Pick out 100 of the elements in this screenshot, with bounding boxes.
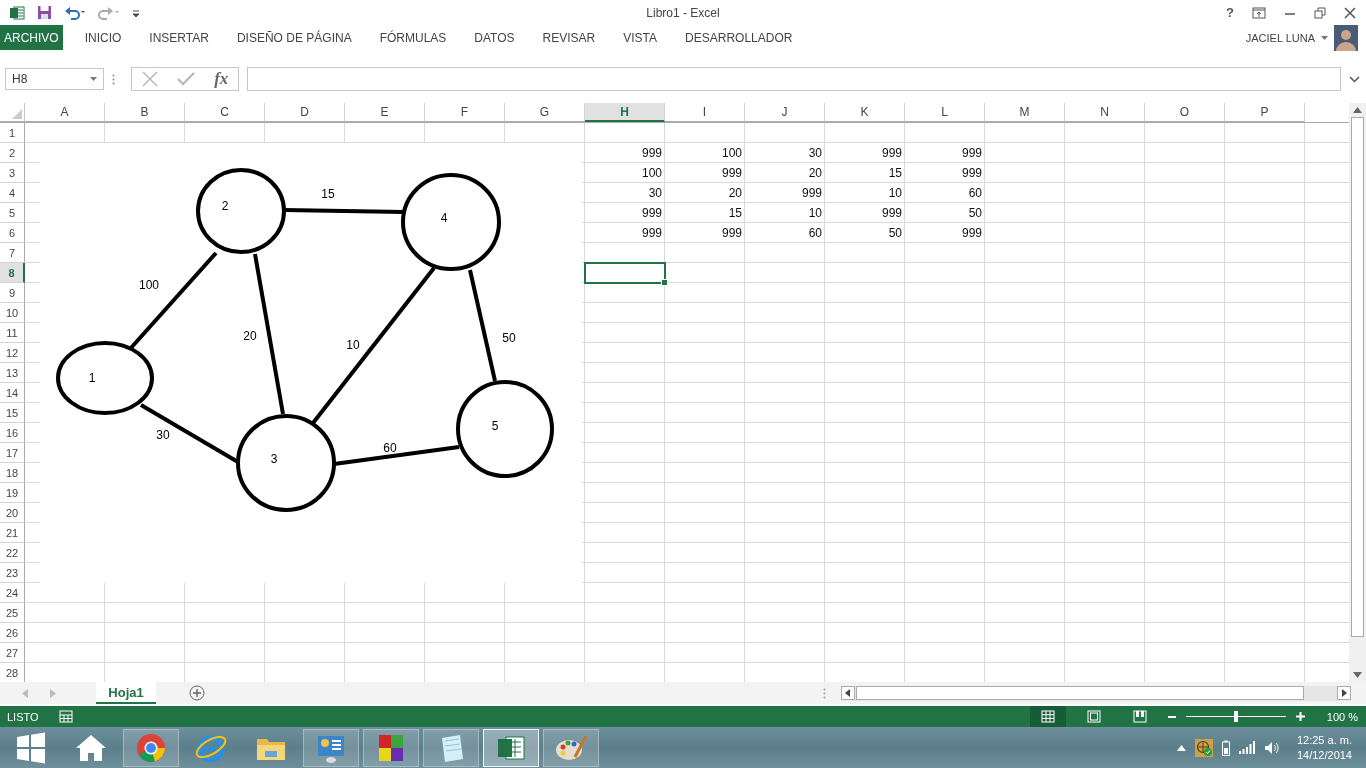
column-header[interactable]: H [585,103,665,122]
ribbon-tab[interactable]: REVISAR [528,25,610,50]
ribbon-tab[interactable]: DISEÑO DE PÁGINA [222,25,366,50]
table-cell-text: 100 [720,145,743,162]
ribbon-display-icon[interactable] [1252,6,1266,19]
caret-icon[interactable] [1321,35,1328,40]
ribbon-tab[interactable]: DESARROLLADOR [671,25,807,50]
row-header[interactable]: 3 [0,163,25,183]
sheet-tab[interactable]: Hoja1 [96,682,156,704]
ribbon-tab[interactable]: VISTA [609,25,672,50]
row-header[interactable]: 21 [0,523,25,543]
row-header[interactable]: 15 [0,403,25,423]
help-button[interactable]: ? [1226,5,1234,20]
scroll-up-icon[interactable] [1353,107,1362,113]
row-header[interactable]: 24 [0,583,25,603]
scrollbar-thumb[interactable] [856,686,1304,700]
speaker-icon[interactable] [1263,740,1280,755]
node-label: 5 [491,419,499,434]
battery-icon[interactable] [1221,739,1230,756]
close-icon[interactable] [1344,6,1356,19]
row-header[interactable]: 11 [0,323,25,343]
formula-input[interactable] [247,67,1341,91]
signal-icon[interactable] [1238,741,1255,754]
table-cell-text: 10 [887,185,903,202]
taskbar-button[interactable] [483,728,539,767]
edge-label: 10 [346,338,360,353]
zoom-slider-thumb[interactable] [1233,711,1238,722]
scrollbar-thumb[interactable] [1351,117,1364,637]
save-icon[interactable] [37,5,52,20]
spreadsheet-icon [9,4,25,21]
row-header[interactable]: 27 [0,643,25,663]
ribbon-tab[interactable]: FÓRMULAS [365,25,461,50]
name-box[interactable]: H8 [5,68,104,90]
row-header[interactable]: 12 [0,343,25,363]
file-tab[interactable]: ARCHIVO [0,25,63,50]
taskbar-button[interactable] [363,728,419,767]
row-header[interactable]: 17 [0,443,25,463]
macro-icon[interactable] [58,710,73,723]
selected-cell[interactable] [584,262,666,284]
show-hidden-icon[interactable] [1176,744,1186,751]
zoom-in-icon[interactable] [1295,712,1305,721]
restore-icon[interactable] [1314,6,1326,19]
undo-icon[interactable] [64,5,86,20]
avatar[interactable] [1334,24,1358,51]
node-label: 1 [88,371,96,386]
table-cell-text: 30 [647,185,663,202]
network-check-icon[interactable] [1194,738,1213,757]
row-header[interactable]: 7 [0,243,25,263]
row-header[interactable]: 10 [0,303,25,323]
normal-view-button[interactable] [1029,706,1066,727]
scroll-right-icon[interactable] [1337,686,1351,700]
node-label: 4 [440,211,448,226]
table-cell-text: 999 [880,205,903,222]
table-cell-text: 999 [640,145,663,162]
splitter-icon[interactable] [823,687,826,699]
clock-date[interactable]: 14/12/2014 [1296,747,1352,763]
redo-icon[interactable] [98,5,120,20]
ribbon-tab[interactable]: INSERTAR [135,25,223,50]
taskbar-button[interactable] [543,728,599,767]
row-header[interactable]: 23 [0,563,25,583]
table-cell-text: 50 [887,225,903,242]
row-header[interactable]: 8 [0,263,25,283]
taskbar-button[interactable] [123,728,179,767]
customize-icon[interactable] [132,7,140,18]
table-cell-text: 20 [727,185,743,202]
row-header[interactable]: 16 [0,423,25,443]
row-header[interactable]: 9 [0,283,25,303]
node-label: 2 [221,199,229,214]
user-name[interactable]: JACIEL LUNA [1245,31,1315,44]
clock-time[interactable]: 12:25 a. m. [1296,732,1352,748]
row-header[interactable]: 18 [0,463,25,483]
scroll-down-icon[interactable] [1353,672,1362,678]
window-title: Libro1 - Excel [646,5,720,20]
table-cell-text: 10 [807,205,823,222]
row-header[interactable]: 4 [0,183,25,203]
ribbon-tab[interactable]: INICIO [70,25,136,50]
ribbon-tab[interactable]: DATOS [460,25,529,50]
expand-icon[interactable] [1349,75,1360,83]
row-header[interactable]: 26 [0,623,25,643]
row-header[interactable]: 14 [0,383,25,403]
row-header[interactable]: 22 [0,543,25,563]
add-sheet-icon[interactable] [189,685,205,701]
grid-icon [1040,710,1055,723]
scroll-left-icon[interactable] [841,686,855,700]
row-header[interactable]: 13 [0,363,25,383]
page-break-icon [1132,710,1147,723]
zoom-level[interactable]: 100 % [1326,710,1358,723]
row-header[interactable]: 1 [0,123,25,143]
table-cell-text: 999 [640,225,663,242]
table-cell-text: 20 [807,165,823,182]
row-header[interactable]: 5 [0,203,25,223]
row-header[interactable]: 6 [0,223,25,243]
row-header[interactable]: 20 [0,503,25,523]
row-header[interactable]: 19 [0,483,25,503]
insert-function-button[interactable]: fx [214,69,229,89]
row-header[interactable]: 2 [0,143,25,163]
table-cell-text: 15 [887,165,903,182]
taskbar-button[interactable] [423,728,479,767]
row-header[interactable]: 25 [0,603,25,623]
taskbar-button[interactable] [303,728,359,767]
